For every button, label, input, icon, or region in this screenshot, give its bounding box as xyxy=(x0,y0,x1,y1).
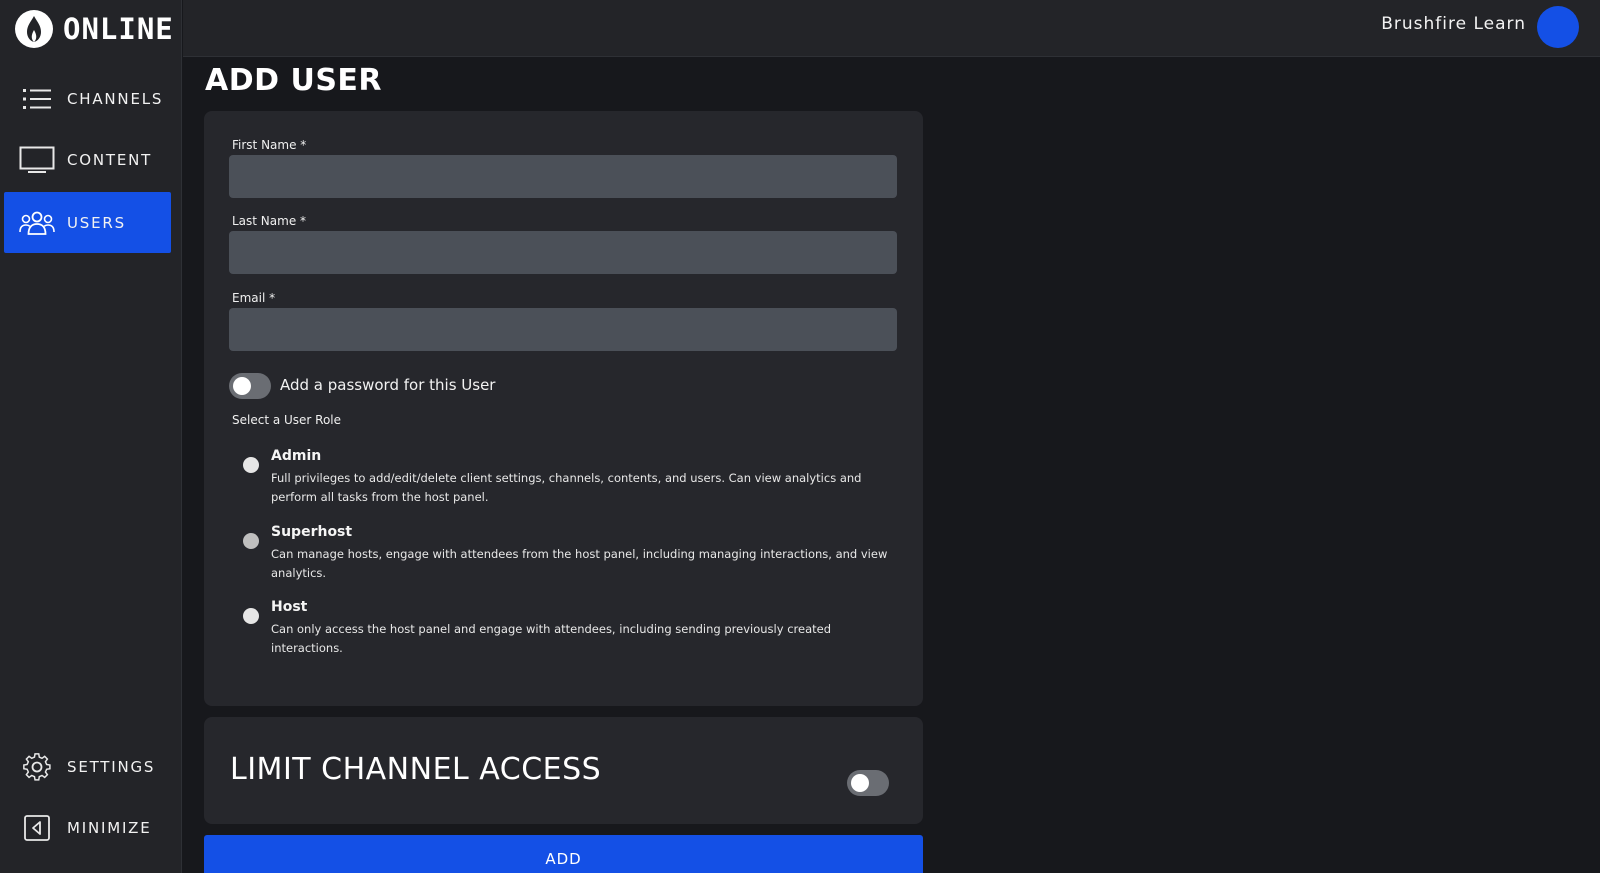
monitor-icon xyxy=(17,146,57,174)
sidebar-item-label: CHANNELS xyxy=(67,89,164,108)
gear-icon xyxy=(17,752,57,782)
limit-channel-access-title: LIMIT CHANNEL ACCESS xyxy=(230,752,602,787)
first-name-field[interactable] xyxy=(229,155,897,198)
last-name-label: Last Name * xyxy=(232,214,307,228)
collapse-icon xyxy=(17,814,57,842)
limit-channel-access-toggle[interactable] xyxy=(847,770,889,796)
sidebar: ONLINE CHANNELS CONTENT USERS SETTINGS M… xyxy=(0,0,182,873)
role-title: Superhost xyxy=(271,524,353,540)
sidebar-item-users[interactable]: USERS xyxy=(4,192,171,253)
app-root: ONLINE CHANNELS CONTENT USERS SETTINGS M… xyxy=(0,0,1600,873)
users-icon xyxy=(17,209,57,237)
email-label: Email * xyxy=(232,291,276,305)
first-name-label: First Name * xyxy=(232,138,307,152)
flame-logo-icon xyxy=(15,10,53,48)
sidebar-item-channels[interactable]: CHANNELS xyxy=(4,68,171,129)
radio-button[interactable] xyxy=(243,457,259,473)
sidebar-item-label: MINIMIZE xyxy=(67,818,152,837)
role-title: Admin xyxy=(271,448,322,464)
role-description: Full privileges to add/edit/delete clien… xyxy=(271,471,862,504)
toggle-knob xyxy=(233,377,251,395)
sidebar-item-label: CONTENT xyxy=(67,150,153,169)
last-name-field[interactable] xyxy=(229,231,897,274)
sidebar-item-settings[interactable]: SETTINGS xyxy=(4,736,171,797)
brand-logo-text: ONLINE xyxy=(63,12,174,46)
add-button[interactable]: ADD xyxy=(204,835,923,873)
account-name[interactable]: Brushfire Learn xyxy=(1381,14,1526,34)
avatar[interactable] xyxy=(1537,6,1579,48)
role-title: Host xyxy=(271,599,308,615)
sidebar-item-content[interactable]: CONTENT xyxy=(4,129,171,190)
page-title: ADD USER xyxy=(205,63,383,98)
password-toggle[interactable] xyxy=(229,373,271,399)
role-description: Can manage hosts, engage with attendees … xyxy=(271,547,888,580)
list-icon xyxy=(17,87,57,111)
sidebar-item-minimize[interactable]: MINIMIZE xyxy=(4,797,171,858)
toggle-knob xyxy=(851,774,869,792)
sidebar-item-label: SETTINGS xyxy=(67,757,156,776)
sidebar-item-label: USERS xyxy=(67,213,126,232)
radio-button[interactable] xyxy=(243,608,259,624)
role-heading: Select a User Role xyxy=(232,413,342,427)
top-bar: Brushfire Learn xyxy=(183,0,1600,57)
limit-channel-access-card: LIMIT CHANNEL ACCESS xyxy=(204,717,923,824)
radio-button[interactable] xyxy=(243,533,259,549)
role-description: Can only access the host panel and engag… xyxy=(271,622,831,655)
password-toggle-label: Add a password for this User xyxy=(280,376,496,394)
add-user-form: First Name * Last Name * Email * Add a p… xyxy=(204,111,923,706)
email-field[interactable] xyxy=(229,308,897,351)
brand-logo[interactable]: ONLINE xyxy=(15,10,174,48)
